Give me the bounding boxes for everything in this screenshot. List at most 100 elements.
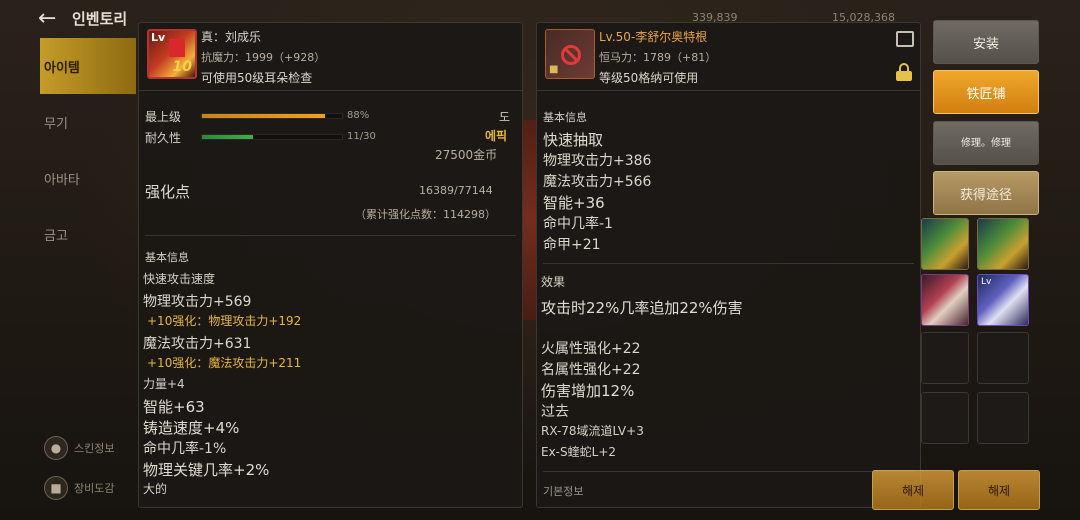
stat-line: 魔法攻击力+566 — [543, 174, 652, 190]
page-title: 인벤토리 — [72, 10, 128, 28]
inventory-slot[interactable]: Lv — [977, 274, 1029, 326]
stat-line: Ex-S蝰蛇L+2 — [541, 445, 617, 459]
install-button[interactable]: 安装 — [933, 20, 1039, 64]
max-level-bar — [201, 113, 343, 119]
book-icon: ■ — [44, 476, 68, 500]
tag-icon — [169, 39, 185, 57]
inventory-slot[interactable] — [921, 392, 969, 444]
durability-fill — [202, 135, 254, 139]
lock-small-icon: ■ — [549, 64, 559, 75]
nav-bottom-skin[interactable]: ● 스킨정보 — [44, 432, 136, 464]
blacksmith-label: 铁匠铺 — [966, 86, 1006, 102]
effect-title: 效果 — [541, 275, 566, 289]
nav-item-label: 금고 — [44, 228, 68, 244]
item-header: ■ Lv.50-李舒尔奥特根 恒马力：1789（+81） 等级50格纳可使用 — [537, 23, 920, 91]
share-icon[interactable] — [896, 31, 914, 47]
stat-line: 魔法攻击力+631 — [143, 336, 252, 352]
stat-line: 命甲+21 — [543, 237, 601, 253]
max-level-fill — [202, 114, 326, 118]
stat-line: 火属性强化+22 — [541, 341, 641, 357]
stat-line: 物理攻击力+386 — [543, 153, 652, 169]
stat-line: 快速抽取 — [543, 131, 604, 149]
nav-item-weapons[interactable]: 무기 — [40, 94, 136, 150]
item-stat: 抗魔力：1999（+928） — [201, 51, 326, 64]
weapon-icon[interactable]: Lv 10 — [147, 29, 197, 79]
inventory-slot[interactable] — [977, 218, 1029, 270]
basic-info-title: 基本信息 — [543, 111, 587, 124]
item-level: Lv.50- — [599, 30, 636, 44]
item-tooltip-left: Lv 10 真：刘成乐 抗魔力：1999（+928） 可使用50级耳朵检查 最上… — [138, 22, 523, 508]
stat-line: 力量+4 — [143, 377, 185, 391]
item-icon[interactable]: ■ — [545, 29, 595, 79]
divider — [543, 471, 914, 472]
stat-line: 大的 — [143, 482, 168, 496]
max-level-pct: 88% — [347, 110, 370, 121]
unequip-label: 해제 — [901, 483, 925, 498]
stat-line: +10强化：魔法攻击力+211 — [147, 356, 302, 370]
nav-item-vault[interactable]: 금고 — [40, 206, 136, 262]
enhance-value: 16389/77144 — [419, 184, 493, 197]
item-header: Lv 10 真：刘成乐 抗魔力：1999（+928） 可使用50级耳朵检查 — [139, 23, 522, 91]
icon-level: Lv — [151, 31, 166, 44]
nav-item-label: 무기 — [44, 116, 68, 132]
item-requirement: 等级50格纳可使用 — [599, 71, 699, 85]
stat-line: 物理关键几率+2% — [143, 461, 270, 479]
nav-item-label: 아이템 — [44, 60, 80, 76]
nav-item-avatar[interactable]: 아바타 — [40, 150, 136, 206]
nav-bottom-collection[interactable]: ■ 장비도감 — [44, 472, 136, 504]
stat-line: 伤害增加12% — [541, 382, 635, 400]
stat-line: 过去 — [541, 404, 569, 420]
item-name: Lv.50-李舒尔奥特根 — [599, 28, 707, 45]
inventory-slot[interactable] — [921, 218, 969, 270]
stat-line: 攻击时22%几率追加22%伤害 — [541, 299, 743, 317]
divider — [543, 263, 914, 264]
stat-line: 智能+36 — [543, 194, 605, 212]
durability-bar — [201, 134, 343, 140]
stat-line: 命中几率-1% — [143, 441, 227, 457]
inventory-slot[interactable] — [977, 392, 1029, 444]
grade-char: 도 — [499, 110, 511, 124]
stat-line: 命中几率-1 — [543, 216, 613, 232]
inventory-slot[interactable] — [977, 332, 1029, 384]
stat-line: RX-78域流道LV+3 — [541, 424, 644, 438]
stat-line: 名属性强化+22 — [541, 362, 641, 378]
repair-button[interactable]: 修理。修理 — [933, 121, 1039, 165]
left-nav: 아이템 무기 아바타 금고 — [40, 38, 136, 262]
nav-bottom-label: 장비도감 — [74, 482, 115, 495]
icon-plus: 10 — [172, 59, 192, 75]
obtain-source-button[interactable]: 获得途径 — [933, 171, 1039, 215]
item-price: 27500金币 — [435, 148, 498, 162]
arrow-left-icon[interactable]: ← — [38, 6, 56, 31]
inventory-slot[interactable] — [921, 332, 969, 384]
epic-label: 에픽 — [485, 129, 508, 143]
avatar-icon: ● — [44, 436, 68, 460]
install-label: 安装 — [972, 36, 999, 52]
unequip-label: 해제 — [987, 483, 1011, 498]
stat-line: 智能+63 — [143, 398, 205, 416]
durability-label: 耐久性 — [145, 131, 182, 145]
item-stat: 恒马力：1789（+81） — [599, 51, 717, 64]
enhance-title: 强化点 — [145, 183, 191, 201]
item-name-text: 李舒尔奥特根 — [635, 30, 708, 44]
stat-line: 铸造速度+4% — [143, 419, 240, 437]
obtain-source-label: 获得途径 — [959, 187, 1012, 203]
blacksmith-button[interactable]: 铁匠铺 — [933, 70, 1039, 114]
item-name: 真：刘成乐 — [201, 30, 262, 44]
stat-line: 快速攻击速度 — [143, 272, 216, 286]
inventory-slot[interactable] — [921, 274, 969, 326]
unequip-button-left[interactable]: 해제 — [872, 470, 954, 510]
enhance-total: （累计强化点数：114298） — [355, 208, 496, 221]
item-tooltip-right: ■ Lv.50-李舒尔奥特根 恒马力：1789（+81） 等级50格纳可使用 基… — [536, 22, 921, 508]
footer-partial: 기본정보 — [543, 485, 584, 498]
stat-line: 物理攻击力+569 — [143, 294, 252, 310]
lock-icon[interactable] — [896, 63, 912, 81]
unequip-button-right[interactable]: 해제 — [958, 470, 1040, 510]
basic-info-title: 基本信息 — [145, 251, 189, 264]
nav-item-items[interactable]: 아이템 — [40, 38, 136, 94]
max-level-label: 最上级 — [145, 110, 182, 124]
prohibited-icon — [561, 45, 581, 65]
background-art — [523, 120, 536, 320]
durability-text: 11/30 — [347, 131, 376, 142]
divider — [145, 235, 516, 236]
stat-line: +10强化：物理攻击力+192 — [147, 314, 302, 328]
